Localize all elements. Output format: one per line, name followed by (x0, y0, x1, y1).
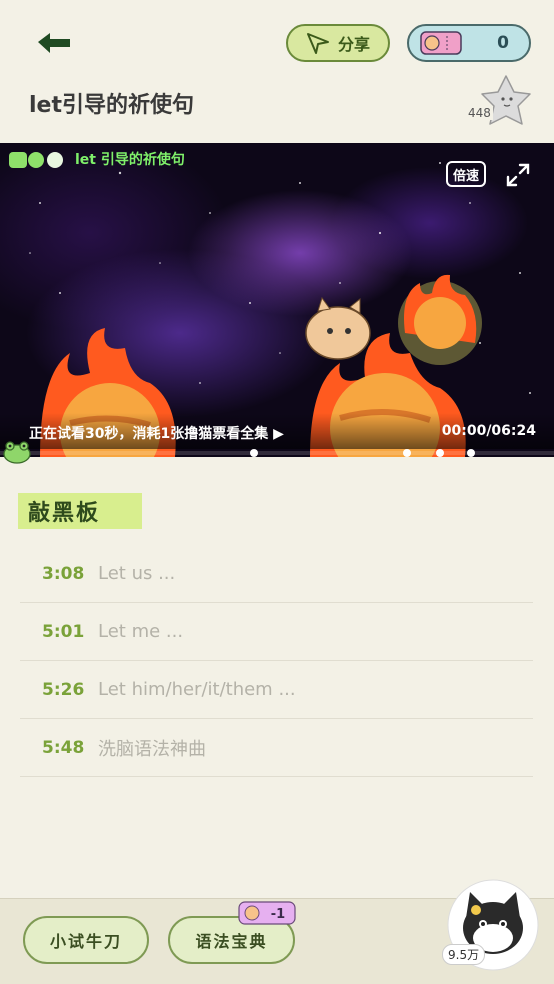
fullscreen-icon[interactable] (504, 161, 532, 189)
star-count: 448 (466, 106, 493, 120)
chapter-item[interactable]: 3:08 Let us ... (20, 545, 533, 603)
trial-notice[interactable]: 正在试看30秒，消耗1张撸猫票看全集 ▶ (29, 423, 284, 443)
paper-plane-icon (306, 33, 329, 54)
app-logo-icon (9, 152, 63, 168)
star-mascot-icon[interactable] (468, 72, 534, 132)
ticket-cost-badge: -1 (238, 900, 296, 926)
chapter-item[interactable]: 5:26 Let him/her/it/them ... (20, 661, 533, 719)
section-heading: 敲黑板 (18, 493, 142, 529)
ticket-balance[interactable]: 0 (407, 24, 531, 62)
chapter-item[interactable]: 5:48 洗脑语法神曲 (20, 719, 533, 777)
video-overlay-title: let 引导的祈使句 (75, 152, 185, 168)
video-player[interactable]: let 引导的祈使句 倍速 正在试看30秒，消耗1张撸猫票看全集 ▶ 00:00… (0, 143, 554, 457)
chapter-list: 3:08 Let us ... 5:01 Let me ... 5:26 Let… (20, 545, 533, 777)
avatar-count: 9.5万 (442, 944, 486, 965)
cat-ticket-icon (420, 31, 462, 55)
share-label: 分享 (337, 35, 370, 54)
chapter-time: 5:26 (42, 679, 85, 700)
chapter-marker[interactable] (403, 449, 411, 457)
share-button[interactable]: 分享 (286, 24, 390, 62)
back-arrow-icon[interactable] (34, 28, 74, 58)
chapter-label: Let him/her/it/them ... (98, 679, 296, 700)
playback-speed-button[interactable]: 倍速 (446, 161, 486, 187)
chapter-label: 洗脑语法神曲 (98, 738, 206, 760)
practice-button[interactable]: 小试牛刀 (23, 916, 149, 964)
chapter-label: Let us ... (98, 563, 176, 584)
chapter-marker[interactable] (436, 449, 444, 457)
chapter-time: 5:01 (42, 621, 85, 642)
playback-time: 00:00/06:24 (441, 423, 536, 439)
chapter-marker[interactable] (250, 449, 258, 457)
frog-progress-handle-icon[interactable] (2, 438, 32, 464)
page-title: let引导的祈使句 (29, 93, 194, 118)
ticket-cost: -1 (271, 907, 285, 922)
ticket-count: 0 (497, 33, 509, 53)
chapter-marker[interactable] (467, 449, 475, 457)
chapter-time: 5:48 (42, 737, 85, 758)
chapter-label: Let me ... (98, 621, 184, 642)
chapter-time: 3:08 (42, 563, 85, 584)
chapter-item[interactable]: 5:01 Let me ... (20, 603, 533, 661)
video-frame (29, 162, 531, 457)
